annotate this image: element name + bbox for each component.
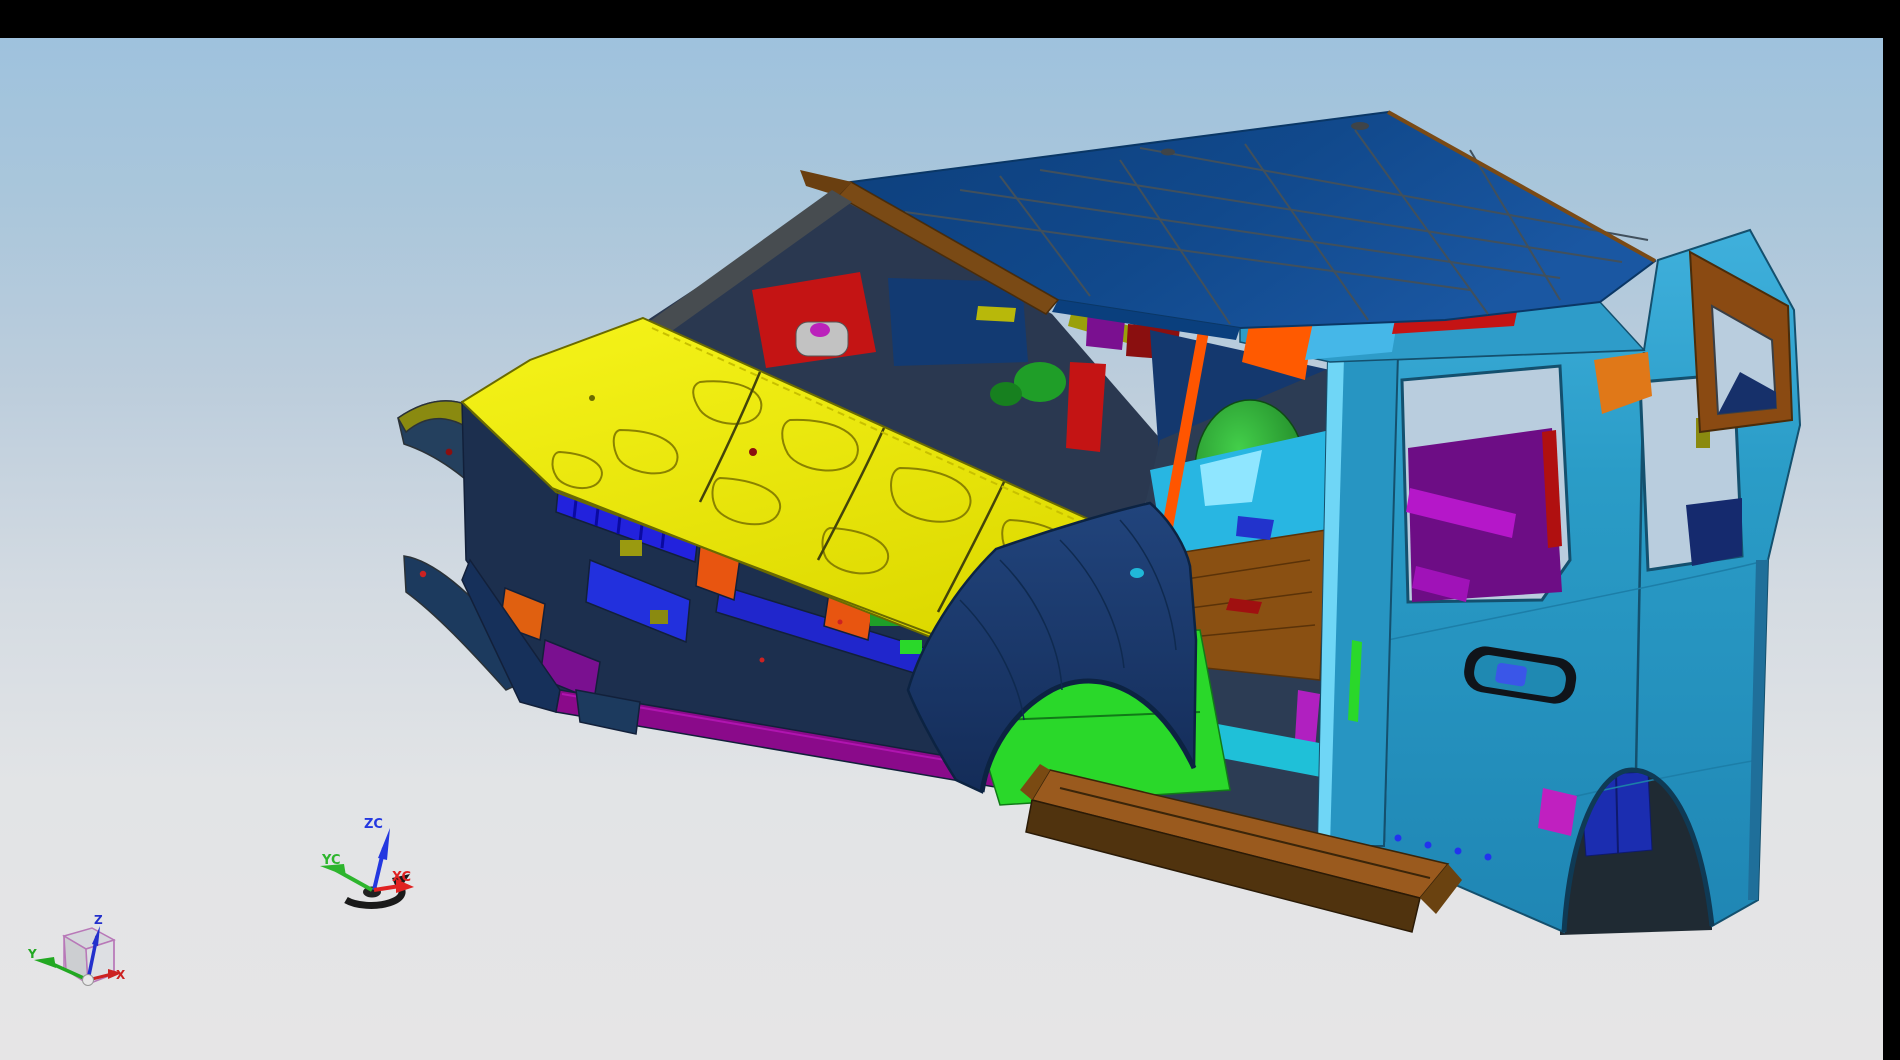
abs-triad[interactable]: Z Y X [27,913,126,986]
z-label: Z [94,913,103,927]
zc-arrowhead [378,828,390,860]
fender-hole [1130,568,1144,578]
crossmember-blue [1236,516,1274,540]
arch-front-magenta [1538,788,1577,836]
magenta-bit [810,323,830,337]
door-inner-red[interactable] [1066,362,1106,452]
yc-label: YC [321,853,341,868]
xc-label: XC [392,870,411,885]
hood-dot [589,395,595,401]
seat-green-bit[interactable] [1014,362,1066,402]
fastener-dot [446,449,453,456]
fastener-dot [420,571,426,577]
cad-viewport[interactable]: ZC YC XC Z Y X [0,0,1900,1060]
dot [760,658,765,663]
rocker-dot [1395,835,1402,842]
quarter-inner-navy [1686,498,1742,566]
top-black-bar [0,0,1900,38]
rocker-dot [1425,842,1432,849]
model-canvas[interactable]: ZC YC XC Z Y X [0,0,1900,1060]
olive-bit [976,306,1016,322]
dot [838,620,843,625]
rocker-dot [1455,848,1462,855]
x-label: X [116,968,126,982]
green-bit [900,640,922,654]
olive-bit [620,540,642,556]
rocker-dot [1485,854,1492,861]
zc-label: ZC [364,817,383,832]
right-black-bar [1883,0,1900,1060]
b-pillar-group[interactable] [1318,354,1398,846]
seat-green-bit [990,382,1022,406]
washer-nozzle [749,448,757,456]
origin-sphere [83,975,94,986]
roof-nub [1351,122,1369,130]
olive-bit [650,610,668,624]
y-label: Y [27,947,37,961]
wcs-triad[interactable]: ZC YC XC [320,817,414,905]
roof-nub [1161,149,1175,156]
y-arrowhead [34,957,56,968]
